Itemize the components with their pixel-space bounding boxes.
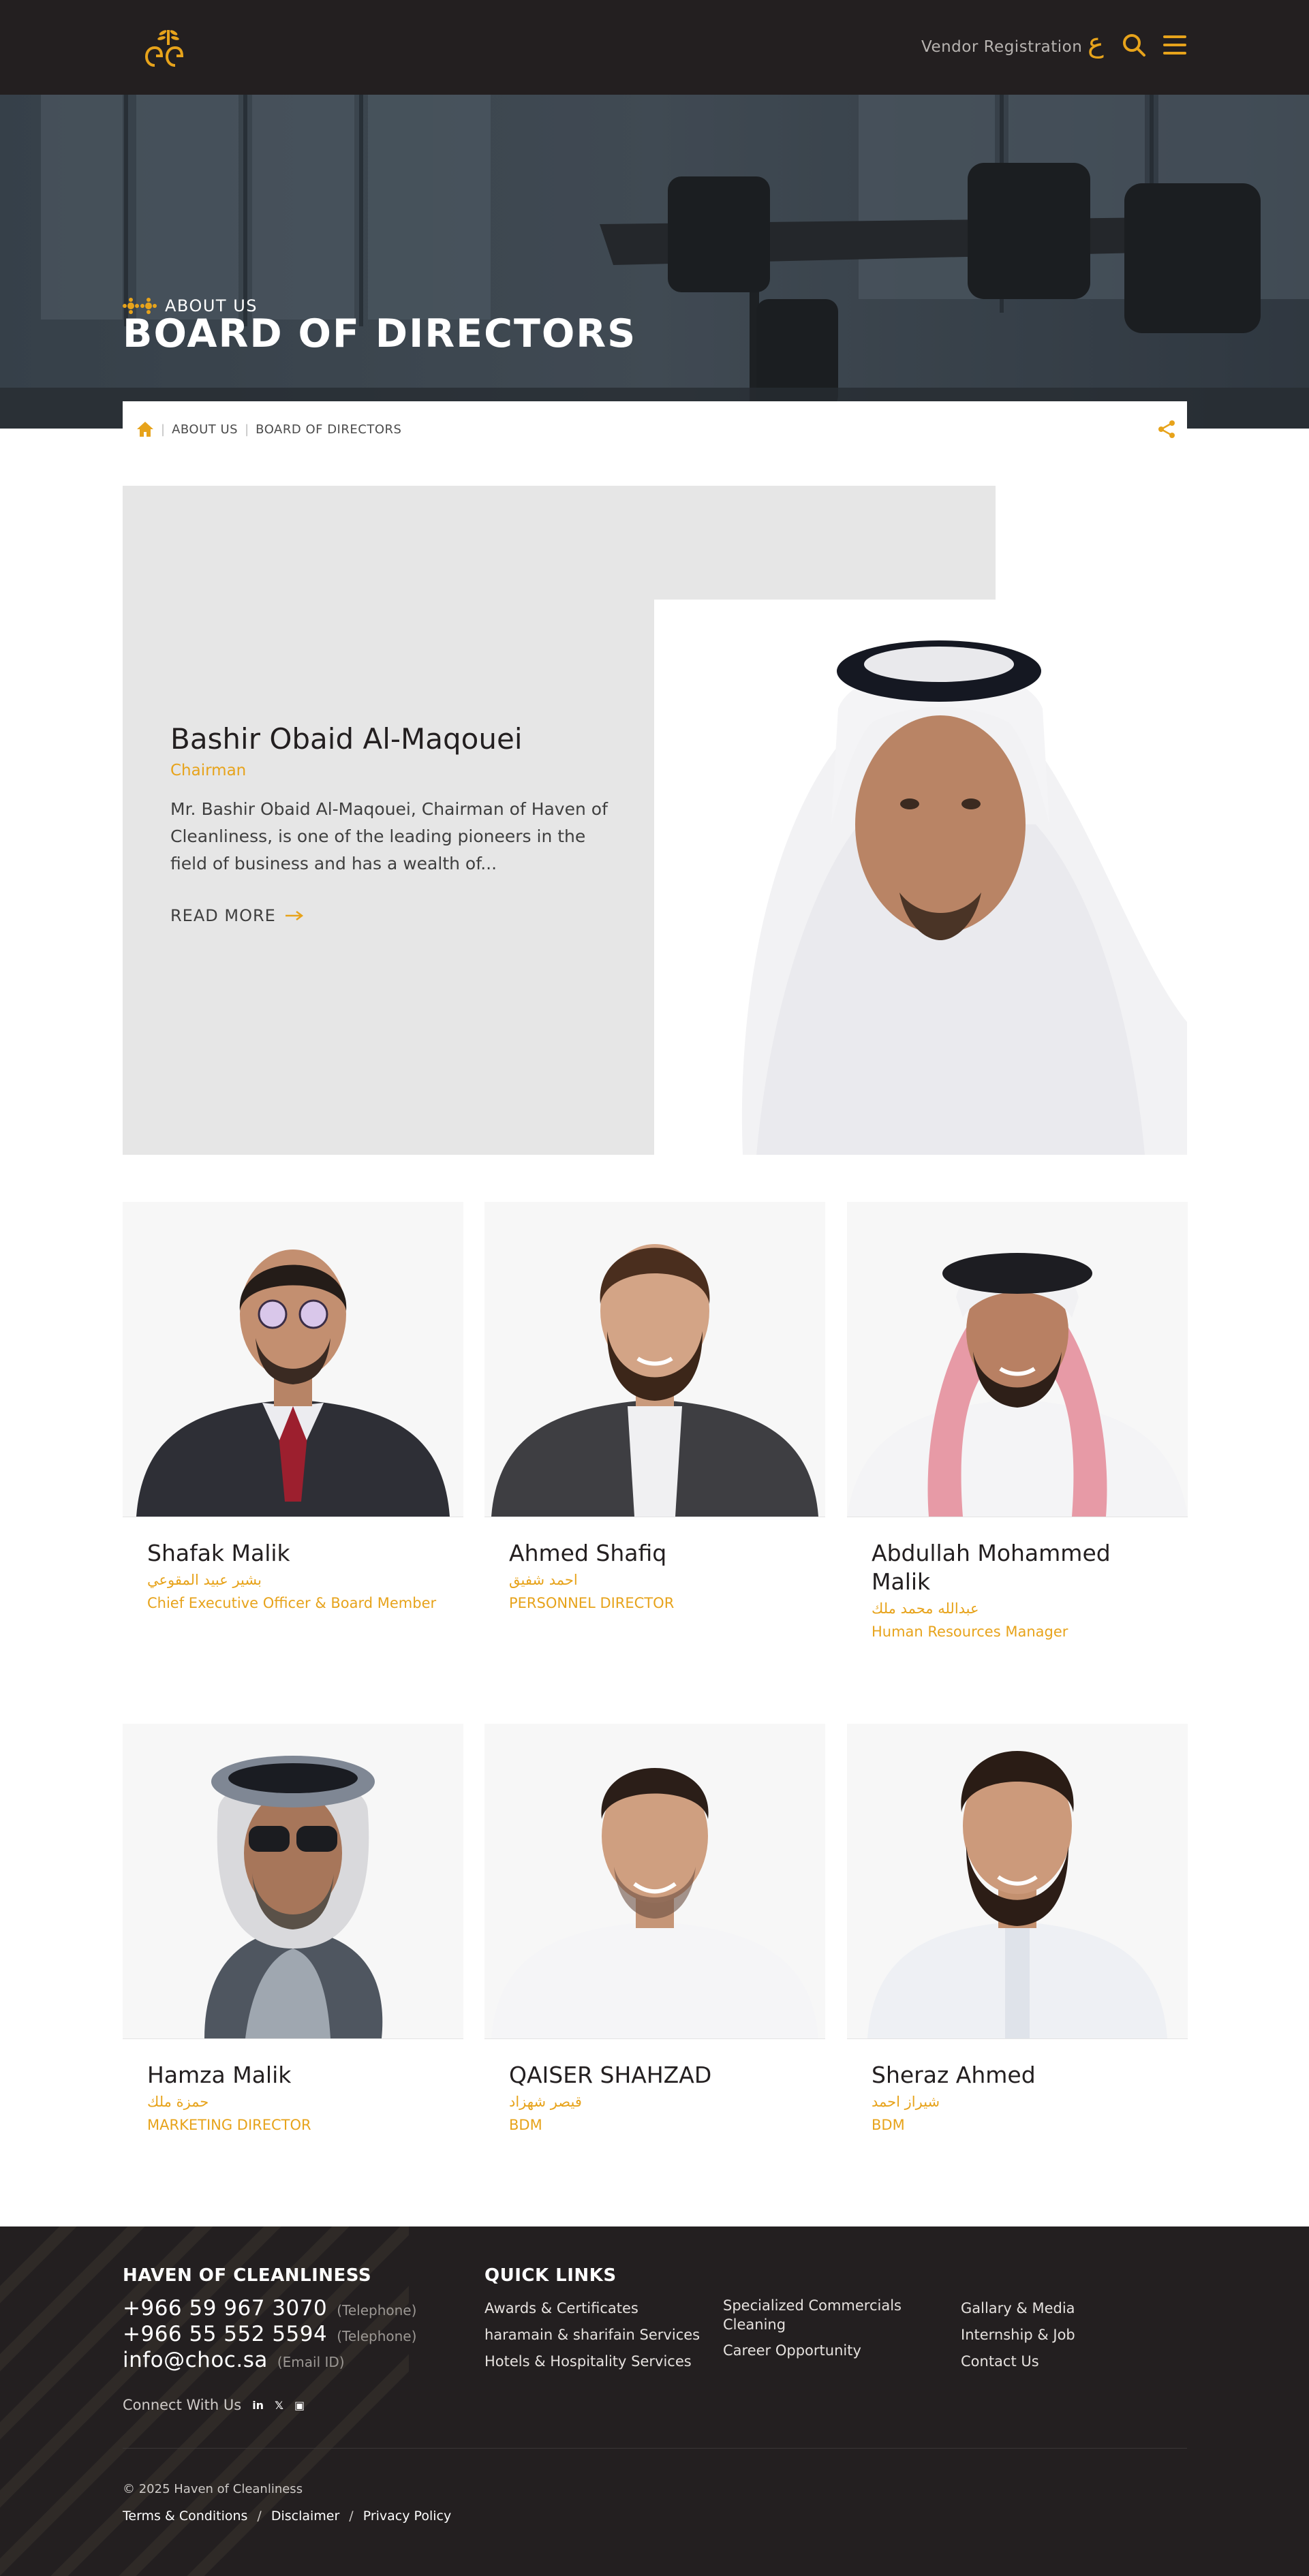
director-card[interactable]: Abdullah Mohammed Malik عبدالله محمد ملك… bbox=[847, 1202, 1188, 1640]
chairman-photo bbox=[654, 600, 1187, 1155]
legal-links: Terms & Conditions / Disclaimer / Privac… bbox=[123, 2509, 451, 2524]
email-address: info@choc.sa bbox=[123, 2348, 268, 2372]
director-info: QAISER SHAHZAD قيصر شهزاد BDM bbox=[509, 2061, 802, 2135]
connect-label: Connect With Us bbox=[123, 2397, 242, 2413]
arrow-right-icon bbox=[285, 911, 303, 920]
director-role: BDM bbox=[872, 2117, 905, 2133]
vendor-registration-link[interactable]: Vendor Registration bbox=[921, 38, 1082, 56]
director-info: Abdullah Mohammed Malik عبدالله محمد ملك… bbox=[872, 1539, 1165, 1641]
director-role: BDM bbox=[509, 2117, 542, 2133]
director-name: Abdullah Mohammed Malik bbox=[872, 1540, 1111, 1595]
director-role: Human Resources Manager bbox=[872, 1624, 1068, 1640]
director-photo bbox=[123, 1724, 463, 2038]
quick-link[interactable]: haramain & sharifain Services bbox=[484, 2325, 703, 2344]
phone-label: (Telephone) bbox=[337, 2302, 417, 2318]
read-more-link[interactable]: READ MORE bbox=[170, 906, 303, 925]
home-icon[interactable] bbox=[136, 420, 154, 438]
quick-link[interactable]: Gallary & Media bbox=[961, 2299, 1165, 2318]
search-icon[interactable] bbox=[1122, 33, 1146, 57]
quick-link[interactable]: Hotels & Hospitality Services bbox=[484, 2352, 703, 2371]
quick-link[interactable]: Contact Us bbox=[961, 2352, 1165, 2371]
director-arabic-name: شيراز احمد bbox=[872, 2094, 940, 2110]
share-icon[interactable] bbox=[1157, 420, 1176, 439]
featured-bio: Mr. Bashir Obaid Al-Maqouei, Chairman of… bbox=[170, 799, 608, 873]
director-arabic-name: عبدالله محمد ملك bbox=[872, 1600, 979, 1617]
breadcrumb-item-board: BOARD OF DIRECTORS bbox=[256, 422, 402, 437]
director-arabic-name: احمد شفيق bbox=[509, 1572, 578, 1588]
quick-link[interactable]: Internship & Job bbox=[961, 2325, 1165, 2344]
director-name: QAISER SHAHZAD bbox=[509, 2062, 712, 2088]
linkedin-icon[interactable]: in bbox=[252, 2399, 264, 2412]
phone-label: (Telephone) bbox=[337, 2328, 417, 2344]
director-role: Chief Executive Officer & Board Member bbox=[147, 1595, 437, 1611]
copyright: © 2025 Haven of Cleanliness bbox=[123, 2482, 303, 2496]
quick-link[interactable]: Awards & Certificates bbox=[484, 2299, 703, 2318]
director-role: MARKETING DIRECTOR bbox=[147, 2117, 311, 2133]
legal-separator: / bbox=[257, 2509, 262, 2524]
director-name: Ahmed Shafiq bbox=[509, 1540, 667, 1566]
office-background-image bbox=[0, 95, 1309, 429]
quick-link[interactable]: Career Opportunity bbox=[723, 2341, 934, 2360]
breadcrumb-separator: | bbox=[161, 422, 166, 437]
legal-separator: / bbox=[349, 2509, 354, 2524]
director-info: Ahmed Shafiq احمد شفيق PERSONNEL DIRECTO… bbox=[509, 1539, 802, 1613]
phone-number: +966 55 552 5594 bbox=[123, 2322, 328, 2346]
director-card[interactable]: Shafak Malik بشير عبيد المقوعي Chief Exe… bbox=[123, 1202, 463, 1611]
director-name: Hamza Malik bbox=[147, 2062, 292, 2088]
footer-company-heading: HAVEN OF CLEANLINESS bbox=[123, 2265, 372, 2286]
breadcrumb: | ABOUT US | BOARD OF DIRECTORS bbox=[123, 401, 1187, 457]
footer-email[interactable]: info@choc.sa (Email ID) bbox=[123, 2348, 345, 2372]
director-card[interactable]: QAISER SHAHZAD قيصر شهزاد BDM bbox=[484, 1724, 825, 2133]
site-header: Vendor Registration ع bbox=[0, 0, 1309, 95]
featured-name: Bashir Obaid Al-Maqouei bbox=[170, 722, 523, 756]
breadcrumb-item-about[interactable]: ABOUT US bbox=[172, 422, 238, 437]
quick-links-heading: QUICK LINKS bbox=[484, 2265, 617, 2286]
breadcrumb-separator: | bbox=[245, 422, 249, 437]
director-name: Shafak Malik bbox=[147, 1540, 290, 1566]
director-card[interactable]: Sheraz Ahmed شيراز احمد BDM bbox=[847, 1724, 1188, 2133]
language-toggle[interactable]: ع bbox=[1088, 27, 1104, 59]
email-label: (Email ID) bbox=[277, 2354, 345, 2370]
featured-role: Chairman bbox=[170, 762, 247, 779]
hero-banner: ABOUT US BOARD OF DIRECTORS bbox=[0, 95, 1309, 429]
director-info: Hamza Malik حمزة ملك MARKETING DIRECTOR bbox=[147, 2061, 440, 2135]
disclaimer-link[interactable]: Disclaimer bbox=[271, 2509, 339, 2524]
director-photo bbox=[847, 1202, 1188, 1517]
instagram-icon[interactable]: ▣ bbox=[294, 2399, 305, 2412]
director-photo bbox=[484, 1202, 825, 1517]
director-role: PERSONNEL DIRECTOR bbox=[509, 1595, 675, 1611]
director-arabic-name: حمزة ملك bbox=[147, 2094, 209, 2110]
director-info: Shafak Malik بشير عبيد المقوعي Chief Exe… bbox=[147, 1539, 440, 1613]
director-arabic-name: بشير عبيد المقوعي bbox=[147, 1572, 262, 1588]
hamburger-menu-icon[interactable] bbox=[1163, 35, 1186, 56]
director-card[interactable]: Hamza Malik حمزة ملك MARKETING DIRECTOR bbox=[123, 1724, 463, 2133]
director-card[interactable]: Ahmed Shafiq احمد شفيق PERSONNEL DIRECTO… bbox=[484, 1202, 825, 1611]
director-photo bbox=[484, 1724, 825, 2038]
footer-phone-1[interactable]: +966 59 967 3070 (Telephone) bbox=[123, 2296, 416, 2321]
social-links: Connect With Us in 𝕏 ▣ bbox=[123, 2397, 305, 2413]
quick-link[interactable]: Specialized Commercials Cleaning bbox=[723, 2296, 934, 2334]
privacy-policy-link[interactable]: Privacy Policy bbox=[363, 2509, 451, 2524]
phone-number: +966 59 967 3070 bbox=[123, 2296, 328, 2321]
terms-link[interactable]: Terms & Conditions bbox=[123, 2509, 247, 2524]
director-photo bbox=[847, 1724, 1188, 2038]
page-title: BOARD OF DIRECTORS bbox=[123, 311, 637, 356]
footer-divider bbox=[123, 2448, 1187, 2449]
company-logo[interactable] bbox=[141, 25, 196, 79]
director-arabic-name: قيصر شهزاد bbox=[509, 2094, 582, 2110]
x-twitter-icon[interactable]: 𝕏 bbox=[275, 2399, 283, 2412]
read-more-label: READ MORE bbox=[170, 906, 276, 925]
footer-phone-2[interactable]: +966 55 552 5594 (Telephone) bbox=[123, 2322, 416, 2346]
director-name: Sheraz Ahmed bbox=[872, 2062, 1036, 2088]
director-info: Sheraz Ahmed شيراز احمد BDM bbox=[872, 2061, 1165, 2135]
director-photo bbox=[123, 1202, 463, 1517]
